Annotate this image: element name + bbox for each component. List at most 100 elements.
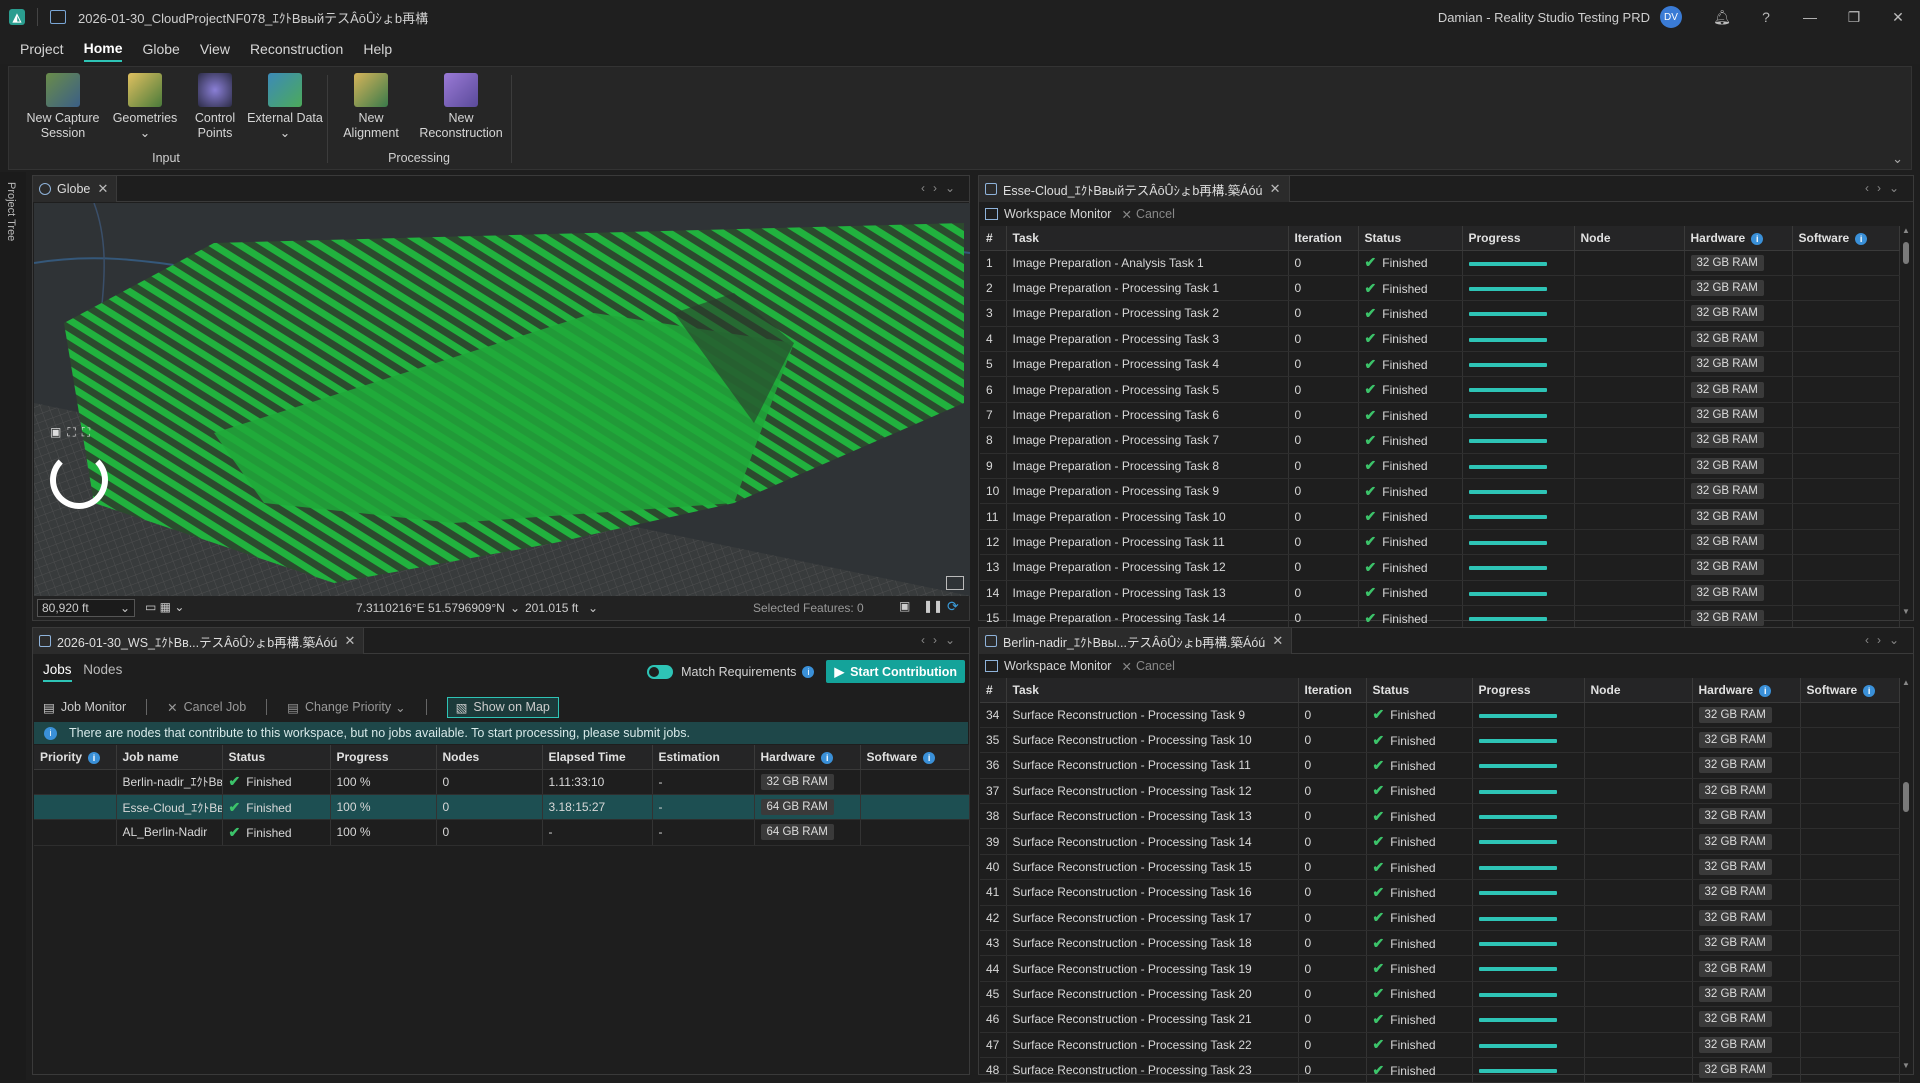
scroll-up-icon[interactable]: ▲ — [1902, 226, 1910, 235]
control-points-button[interactable]: Control Points — [177, 73, 253, 141]
globe-map-svg[interactable] — [34, 203, 970, 596]
globe-viewport[interactable]: ▣⛶⛶ — [34, 203, 970, 596]
start-contribution-button[interactable]: ▶ Start Contribution — [826, 660, 965, 683]
altitude-select[interactable]: 80,920 ft ⌄ — [37, 599, 135, 617]
table-row[interactable]: 11 Image Preparation - Processing Task 10… — [980, 503, 1900, 530]
avatar[interactable]: DV — [1660, 6, 1682, 28]
scroll-up-icon[interactable]: ▲ — [1902, 678, 1910, 687]
table-row[interactable]: 14 Image Preparation - Processing Task 13… — [980, 580, 1900, 606]
col-status[interactable]: Status — [222, 745, 331, 770]
match-requirements-toggle[interactable] — [647, 664, 674, 679]
tab-globe[interactable]: Globe ✕ — [33, 176, 118, 202]
info-icon[interactable]: i — [1863, 684, 1876, 697]
col-status[interactable]: Status — [1366, 678, 1473, 703]
close-icon[interactable]: ✕ — [97, 181, 108, 197]
menu-globe[interactable]: Globe — [142, 37, 179, 61]
info-icon[interactable]: i — [1751, 232, 1764, 245]
project-tree-strip[interactable]: Project Tree — [0, 172, 26, 1080]
col-software[interactable]: Software i — [1792, 226, 1900, 251]
col-nodes[interactable]: Nodes — [436, 745, 543, 770]
col-hardware[interactable]: Hardware i — [1684, 226, 1793, 251]
table-row[interactable]: 39 Surface Reconstruction - Processing Ta… — [980, 828, 1900, 855]
new-capture-session-button[interactable]: New Capture Session — [25, 73, 101, 141]
tab-berlin-nadir[interactable]: Berlin-nadir_ｴｸﾄBвы...テスÂōÛｼょb再構.築Áóú ✕ — [979, 628, 1293, 654]
table-row[interactable]: 7 Image Preparation - Processing Task 6 0 ✔… — [980, 402, 1900, 429]
table-row[interactable]: Berlin-nadir_ｴｸﾄBв ✔ Finished 100 % 0 1.1… — [34, 769, 970, 795]
bell-icon[interactable]: 🔔︎ — [1700, 9, 1744, 26]
table-row[interactable]: 8 Image Preparation - Processing Task 7 0 ✔… — [980, 427, 1900, 454]
table-row[interactable]: AL_Berlin-Nadir ✔ Finished 100 % 0 - - 64… — [34, 819, 970, 846]
table-row[interactable]: 13 Image Preparation - Processing Task 12… — [980, 554, 1900, 581]
close-button[interactable]: ✕ — [1876, 9, 1920, 26]
menu-home[interactable]: Home — [83, 36, 123, 62]
col-node[interactable]: Node — [1584, 678, 1693, 703]
new-alignment-button[interactable]: New Alignment — [333, 73, 409, 141]
tab-nav-icon[interactable]: ‹›⌄ — [1865, 633, 1907, 647]
info-icon[interactable]: i — [1759, 684, 1772, 697]
monitor1-scrollbar[interactable]: ▲ ▼ — [1901, 226, 1911, 616]
change-priority-button[interactable]: ▤ Change Priority ⌄ — [287, 700, 405, 715]
monitor1-cancel[interactable]: Cancel — [1136, 207, 1175, 221]
menu-view[interactable]: View — [200, 37, 230, 61]
menu-project[interactable]: Project — [20, 37, 64, 61]
scroll-down-icon[interactable]: ▼ — [1902, 1061, 1910, 1070]
table-row[interactable]: 6 Image Preparation - Processing Task 5 0 ✔… — [980, 376, 1900, 403]
minimize-button[interactable]: — — [1788, 9, 1832, 25]
info-icon[interactable]: i — [88, 751, 101, 764]
table-row[interactable]: 44 Surface Reconstruction - Processing Ta… — [980, 955, 1900, 982]
col-progress[interactable]: Progress — [1462, 226, 1575, 251]
show-on-map-button[interactable]: ▧ Show on Map — [446, 696, 559, 718]
col-index[interactable]: # — [980, 226, 1007, 251]
frame-icon[interactable]: ▭ ▦ ⌄ — [145, 600, 184, 614]
menu-reconstruction[interactable]: Reconstruction — [250, 37, 343, 61]
col-task[interactable]: Task — [1006, 226, 1289, 251]
col-task[interactable]: Task — [1006, 678, 1299, 703]
refresh-icon[interactable]: ⟳ — [947, 598, 959, 615]
col-hardware[interactable]: Hardware i — [754, 745, 861, 770]
col-status[interactable]: Status — [1358, 226, 1463, 251]
col-priority[interactable]: Priority i — [34, 745, 117, 770]
table-row[interactable]: 12 Image Preparation - Processing Task 11… — [980, 529, 1900, 556]
monitor1-title[interactable]: Workspace Monitor — [1004, 207, 1111, 221]
layers-icon[interactable] — [946, 576, 964, 590]
chevron-down-icon[interactable]: ⌄ — [588, 601, 598, 615]
table-row[interactable]: 9 Image Preparation - Processing Task 8 0 ✔… — [980, 453, 1900, 480]
table-row[interactable]: 35 Surface Reconstruction - Processing Ta… — [980, 727, 1900, 754]
col-hardware[interactable]: Hardware i — [1692, 678, 1801, 703]
rotate-icon[interactable] — [50, 451, 108, 509]
scroll-thumb[interactable] — [1903, 782, 1909, 812]
table-row[interactable]: 47 Surface Reconstruction - Processing Ta… — [980, 1032, 1900, 1058]
table-row[interactable]: 41 Surface Reconstruction - Processing Ta… — [980, 879, 1900, 906]
table-row[interactable]: 1 Image Preparation - Analysis Task 1 0 ✔ Fi… — [980, 250, 1900, 276]
tab-jobs[interactable]: Jobs — [43, 662, 72, 682]
info-icon[interactable]: i — [923, 751, 936, 764]
monitor2-title[interactable]: Workspace Monitor — [1004, 659, 1111, 673]
col-progress[interactable]: Progress — [1472, 678, 1585, 703]
tab-esse-cloud[interactable]: Esse-Cloud_ｴｸﾄBвыйテスÂōÛｼょb再構.築Áóú ✕ — [979, 176, 1290, 202]
geometries-button[interactable]: Geometries ⌄ — [107, 73, 183, 141]
col-iteration[interactable]: Iteration — [1298, 678, 1367, 703]
col-progress[interactable]: Progress — [330, 745, 437, 770]
table-row[interactable]: 40 Surface Reconstruction - Processing Ta… — [980, 854, 1900, 881]
restore-button[interactable]: ❐ — [1832, 9, 1876, 26]
col-estimation[interactable]: Estimation — [652, 745, 755, 770]
col-job-name[interactable]: Job name — [116, 745, 223, 770]
tab-nav-icon[interactable]: ‹›⌄ — [1865, 181, 1907, 195]
table-row[interactable]: 48 Surface Reconstruction - Processing Ta… — [980, 1057, 1900, 1083]
stop-icon[interactable]: ▣ — [899, 599, 910, 613]
job-monitor-button[interactable]: ▤ Job Monitor — [43, 700, 126, 715]
table-row[interactable]: 5 Image Preparation - Processing Task 4 0 ✔… — [980, 351, 1900, 378]
ribbon-collapse-icon[interactable]: ⌄ — [1892, 151, 1903, 167]
tab-nodes[interactable]: Nodes — [83, 662, 122, 677]
help-icon[interactable]: ? — [1744, 9, 1788, 25]
info-icon[interactable]: i — [821, 751, 834, 764]
table-row[interactable]: 10 Image Preparation - Processing Task 90… — [980, 478, 1900, 505]
tab-nav-icon[interactable]: ‹›⌄ — [921, 633, 963, 647]
col-software[interactable]: Software i — [1800, 678, 1900, 703]
view-tools-icon[interactable]: ▣⛶⛶ — [50, 425, 96, 440]
menu-help[interactable]: Help — [363, 37, 392, 61]
new-reconstruction-button[interactable]: New Reconstruction — [413, 73, 509, 141]
close-icon[interactable]: ✕ — [1270, 181, 1281, 197]
table-row[interactable]: Esse-Cloud_ｴｸﾄBв ✔ Finished 100 % 0 3.18:… — [34, 794, 970, 821]
col-software[interactable]: Software i — [860, 745, 970, 770]
